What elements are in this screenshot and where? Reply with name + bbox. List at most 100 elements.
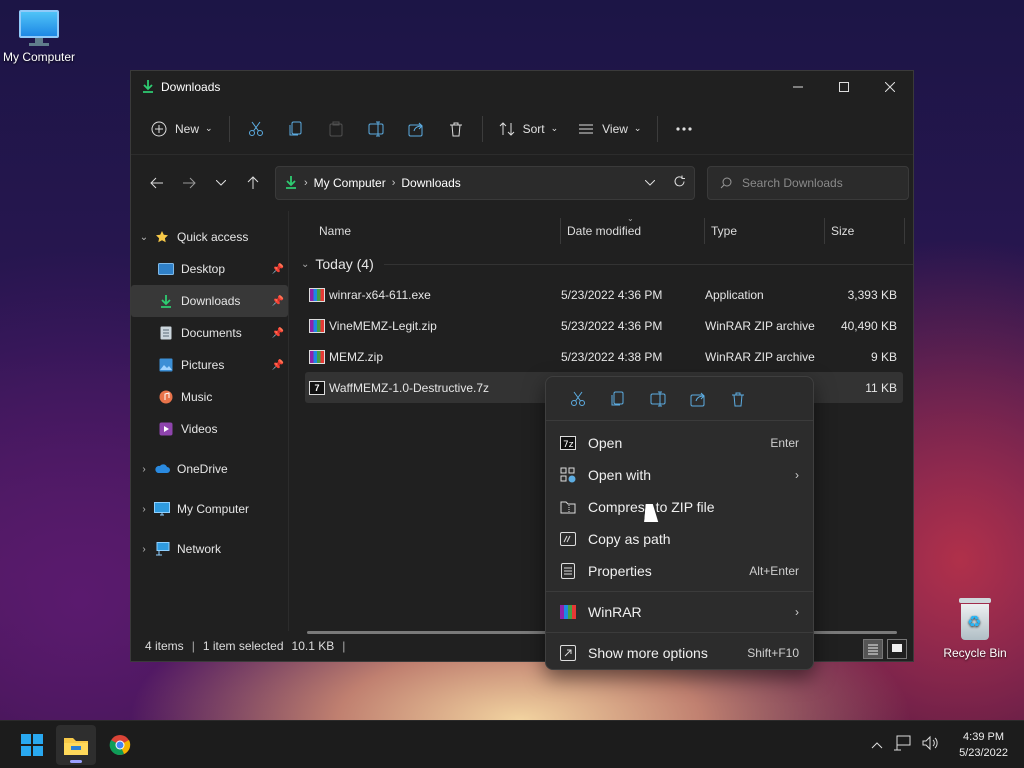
sidebar-item-my-computer[interactable]: › My Computer — [131, 493, 288, 525]
search-box[interactable] — [707, 166, 909, 200]
file-row[interactable]: MEMZ.zip 5/23/2022 4:38 PM WinRAR ZIP ar… — [297, 341, 913, 372]
new-button-label: New — [175, 121, 200, 136]
minimize-button[interactable] — [775, 71, 821, 103]
sidebar-item-quick-access[interactable]: ⌄ Quick access — [131, 221, 288, 253]
sidebar-item-music[interactable]: Music — [131, 381, 288, 413]
paste-button[interactable] — [316, 112, 356, 146]
pin-icon: 📌 — [271, 295, 284, 307]
monitor-icon — [17, 10, 61, 46]
pin-icon: 📌 — [271, 327, 284, 339]
monitor-icon — [153, 501, 171, 517]
arrow-right-icon — [183, 177, 196, 189]
column-header-type[interactable]: Type — [705, 218, 825, 244]
scissors-icon — [571, 391, 585, 406]
chevron-down-icon: ⌄ — [550, 123, 559, 133]
rename-button[interactable] — [356, 112, 396, 146]
context-item-open-with[interactable]: Open with › — [546, 459, 813, 491]
context-item-copy-as-path[interactable]: Copy as path — [546, 523, 813, 555]
column-header-name[interactable]: Name — [297, 218, 561, 244]
volume-button[interactable] — [921, 735, 939, 754]
folder-icon — [64, 737, 88, 755]
forward-button[interactable] — [173, 167, 205, 199]
sidebar-item-label: OneDrive — [177, 462, 228, 476]
show-hidden-icons-button[interactable] — [871, 738, 883, 752]
minimize-icon — [793, 86, 803, 88]
context-copy-button[interactable] — [598, 383, 638, 415]
refresh-button[interactable] — [673, 175, 686, 191]
breadcrumb-my-computer[interactable]: My Computer — [314, 176, 386, 190]
chevron-right-icon: › — [795, 468, 799, 482]
arrow-up-icon — [247, 176, 259, 189]
network-icon — [153, 541, 171, 557]
context-item-winrar[interactable]: WinRAR › — [546, 596, 813, 628]
context-cut-button[interactable] — [558, 383, 598, 415]
network-status-button[interactable] — [893, 735, 911, 754]
context-item-properties[interactable]: Properties Alt+Enter — [546, 555, 813, 587]
taskbar-chrome[interactable] — [100, 725, 140, 765]
large-icons-view-button[interactable] — [887, 639, 907, 659]
cloud-icon — [153, 461, 171, 477]
view-button-label: View — [602, 121, 628, 136]
sidebar-item-pictures[interactable]: Pictures 📌 — [131, 349, 288, 381]
close-button[interactable] — [867, 71, 913, 103]
address-history-button[interactable] — [644, 175, 656, 191]
start-button[interactable] — [12, 725, 52, 765]
more-options-button[interactable] — [664, 112, 704, 146]
maximize-icon — [839, 82, 849, 92]
address-bar[interactable]: › My Computer › Downloads — [275, 166, 695, 200]
file-row[interactable]: winrar-x64-611.exe 5/23/2022 4:36 PM App… — [297, 279, 913, 310]
search-input[interactable] — [742, 176, 892, 190]
cut-button[interactable] — [236, 112, 276, 146]
sort-icon — [499, 121, 514, 136]
taskbar-file-explorer[interactable] — [56, 724, 96, 765]
sidebar-item-onedrive[interactable]: › OneDrive — [131, 453, 288, 485]
context-share-button[interactable] — [678, 383, 718, 415]
desktop-icon-label: Recycle Bin — [943, 646, 1007, 660]
sidebar-item-downloads[interactable]: Downloads 📌 — [131, 285, 288, 317]
sidebar-item-desktop[interactable]: Desktop 📌 — [131, 253, 288, 285]
sidebar-item-documents[interactable]: Documents 📌 — [131, 317, 288, 349]
details-view-button[interactable] — [863, 639, 883, 659]
desktop-icon-label: My Computer — [2, 50, 76, 64]
share-button[interactable] — [396, 112, 436, 146]
file-row[interactable]: VineMEMZ-Legit.zip 5/23/2022 4:36 PM Win… — [297, 310, 913, 341]
context-item-open[interactable]: 7z Open Enter — [546, 427, 813, 459]
sort-button[interactable]: Sort ⌄ — [489, 112, 569, 146]
chevron-up-icon — [871, 741, 883, 748]
copy-button[interactable] — [276, 112, 316, 146]
clock[interactable]: 4:39 PM 5/23/2022 — [959, 729, 1008, 761]
sidebar-item-videos[interactable]: Videos — [131, 413, 288, 445]
view-button[interactable]: View ⌄ — [568, 112, 651, 146]
star-icon — [153, 229, 171, 245]
path-icon — [560, 531, 576, 547]
title-bar[interactable]: Downloads — [131, 71, 913, 103]
sidebar-item-network[interactable]: › Network — [131, 533, 288, 565]
breadcrumb-downloads[interactable]: Downloads — [401, 176, 460, 190]
sidebar-item-label: Desktop — [181, 262, 226, 276]
desktop-icon-my-computer[interactable]: My Computer — [0, 10, 81, 64]
context-delete-button[interactable] — [718, 383, 758, 415]
context-item-compress-zip[interactable]: Compress to ZIP file — [546, 491, 813, 523]
up-button[interactable] — [237, 167, 269, 199]
search-icon — [720, 177, 732, 189]
context-rename-button[interactable] — [638, 383, 678, 415]
context-menu-separator — [546, 591, 813, 592]
copy-icon — [289, 121, 302, 135]
column-header-size[interactable]: Size — [825, 218, 905, 244]
desktop-icon-recycle-bin[interactable]: ♻ Recycle Bin — [933, 598, 1017, 660]
group-header-today[interactable]: ⌄ Today (4) — [297, 251, 913, 277]
column-header-date[interactable]: Date modified ⌄ — [561, 214, 705, 244]
item-count: 4 items — [145, 639, 184, 653]
winrar-archive-icon — [309, 349, 325, 364]
back-button[interactable] — [141, 167, 173, 199]
new-button[interactable]: New ⌄ — [141, 112, 223, 146]
recent-locations-button[interactable] — [205, 167, 237, 199]
picture-icon — [157, 357, 175, 373]
context-item-show-more-options[interactable]: Show more options Shift+F10 — [546, 637, 813, 669]
sidebar-item-label: Downloads — [181, 294, 241, 308]
breadcrumb-chevron-icon: › — [391, 177, 396, 189]
chevron-down-icon: ⌄ — [205, 123, 213, 133]
delete-button[interactable] — [436, 112, 476, 146]
sidebar-item-label: Music — [181, 390, 213, 404]
maximize-button[interactable] — [821, 71, 867, 103]
